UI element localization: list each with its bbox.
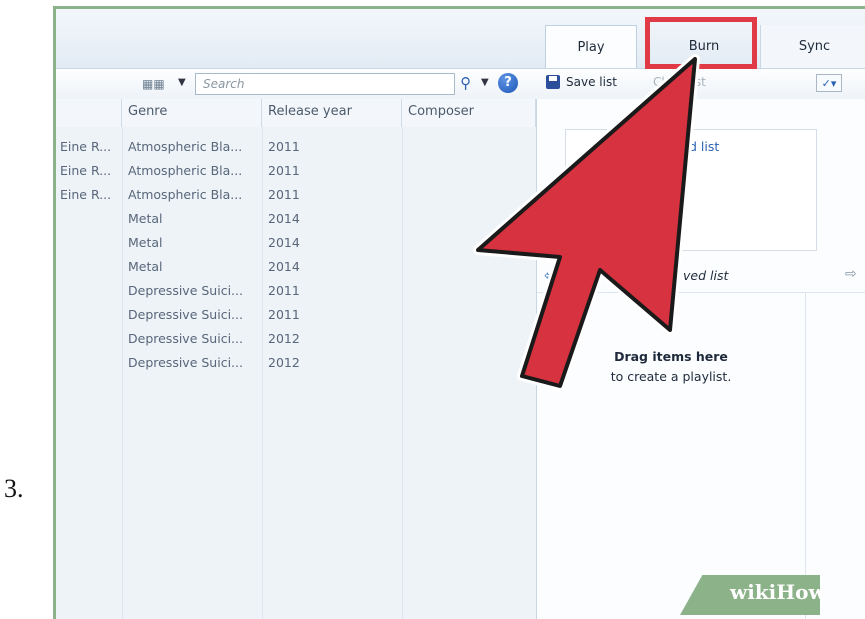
watermark-text: wikiHow: [730, 580, 826, 604]
red-pointer-arrow: [473, 54, 700, 391]
wikihow-watermark: wikiHow: [680, 575, 826, 615]
